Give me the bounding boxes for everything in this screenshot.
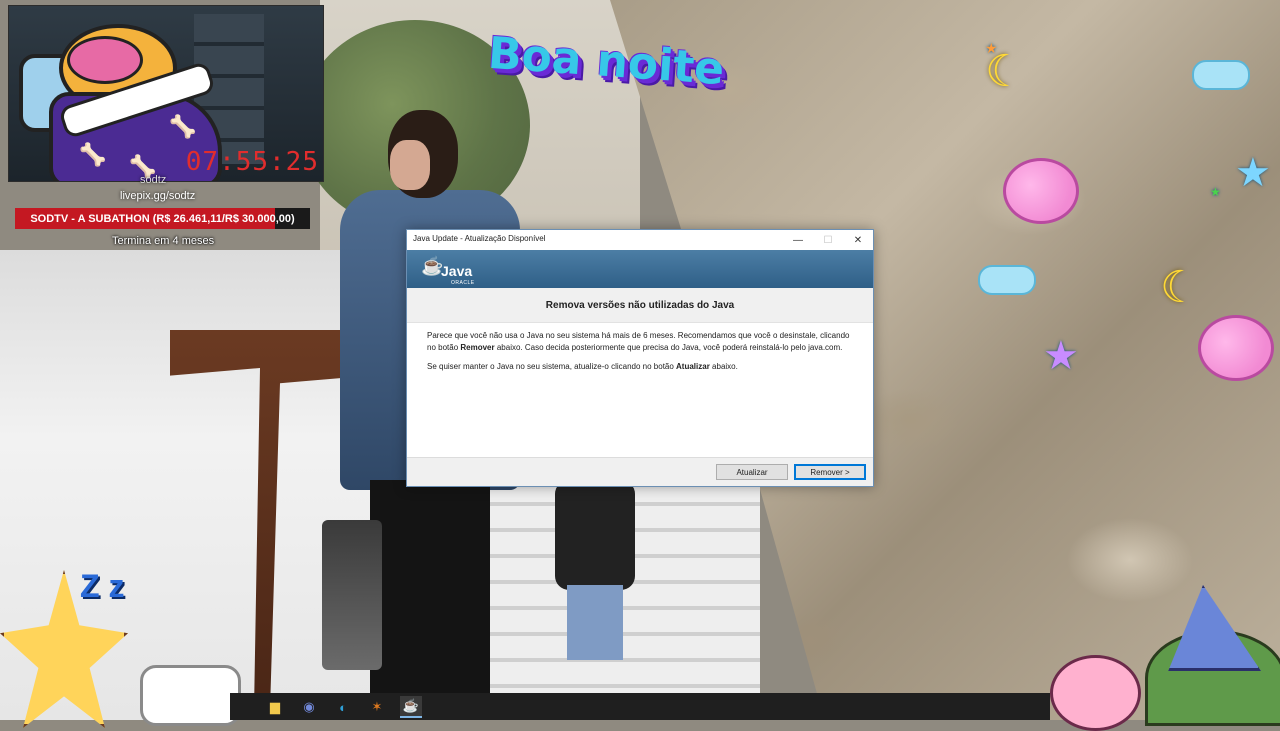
- bold-text: Atualizar: [676, 362, 710, 371]
- app-icon[interactable]: ✶: [366, 696, 388, 718]
- java-logo: ☕ Java ORACLE: [421, 254, 481, 288]
- subathon-label: SODTV - A SUBATHON (R$ 26.461,11/R$ 30.0…: [30, 212, 295, 225]
- zzz-icon: Z z: [80, 568, 125, 604]
- sheep-icon: [1003, 158, 1079, 224]
- white-cat-sticker: [140, 665, 241, 726]
- sleeping-dog-sticker: 🦴 🦴 🦴: [19, 14, 222, 181]
- star-icon: ★: [1235, 151, 1271, 195]
- dialog-paragraph: Se quiser manter o Java no seu sistema, …: [427, 361, 857, 373]
- webcam-timer: 07:55:25: [185, 147, 319, 177]
- java-update-dialog: Java Update - Atualização Disponível — ☐…: [406, 229, 874, 487]
- bone-icon: 🦴: [169, 114, 197, 139]
- edge-icon[interactable]: ◐: [332, 696, 354, 718]
- subathon-progress-bar: SODTV - A SUBATHON (R$ 26.461,11/R$ 30.0…: [15, 208, 310, 229]
- moon-icon: ☾: [1160, 263, 1200, 312]
- cloud-icon: [978, 265, 1036, 295]
- star-icon: ★: [1210, 185, 1221, 199]
- dialog-paragraph: Parece que você não usa o Java no seu si…: [427, 330, 857, 353]
- close-button[interactable]: ✕: [843, 230, 873, 250]
- oracle-logo-text: ORACLE: [451, 280, 475, 286]
- cloud-icon: [1192, 60, 1250, 90]
- star-icon: ★: [1043, 334, 1079, 378]
- dialog-body: Parece que você não usa o Java no seu si…: [427, 330, 857, 381]
- java-logo-text: Java: [441, 263, 473, 279]
- sleeping-star-sticker: Z z: [0, 560, 140, 728]
- update-button[interactable]: Atualizar: [716, 464, 788, 480]
- channel-name: sodtz: [140, 174, 167, 186]
- bone-icon: 🦴: [79, 142, 107, 167]
- maximize-button: ☐: [823, 234, 833, 246]
- donation-url: livepix.gg/sodtz: [120, 190, 196, 202]
- dialog-title: Java Update - Atualização Disponível: [413, 234, 546, 243]
- webcam-overlay: 🦴 🦴 🦴 07:55:25: [8, 5, 324, 182]
- taskbar: ▆ ◉ ◐ ✶ ☕: [230, 693, 1050, 720]
- text-span: abaixo.: [709, 362, 738, 371]
- dialog-footer: Atualizar Remover >: [407, 457, 873, 486]
- star-icon: ★: [985, 40, 998, 56]
- text-span: Se quiser manter o Java no seu sistema, …: [427, 362, 677, 371]
- java-taskbar-icon[interactable]: ☕: [400, 696, 422, 718]
- minimize-button[interactable]: —: [783, 230, 813, 250]
- dialog-headline: Remova versões não utilizadas do Java: [407, 288, 873, 323]
- subathon-ends-text: Termina em 4 meses: [112, 235, 215, 247]
- file-explorer-icon[interactable]: ▆: [264, 696, 286, 718]
- wizard-sticker: [1050, 585, 1280, 731]
- discord-icon[interactable]: ◉: [298, 696, 320, 718]
- passerby-person: [545, 480, 635, 660]
- bold-text: Remover: [460, 342, 495, 352]
- sheep-icon: [1198, 315, 1274, 381]
- remove-button[interactable]: Remover >: [794, 464, 866, 480]
- dialog-titlebar[interactable]: Java Update - Atualização Disponível — ☐…: [407, 230, 873, 250]
- text-span: abaixo. Caso decida posteriormente que p…: [494, 342, 843, 352]
- shopping-bag: [322, 520, 382, 670]
